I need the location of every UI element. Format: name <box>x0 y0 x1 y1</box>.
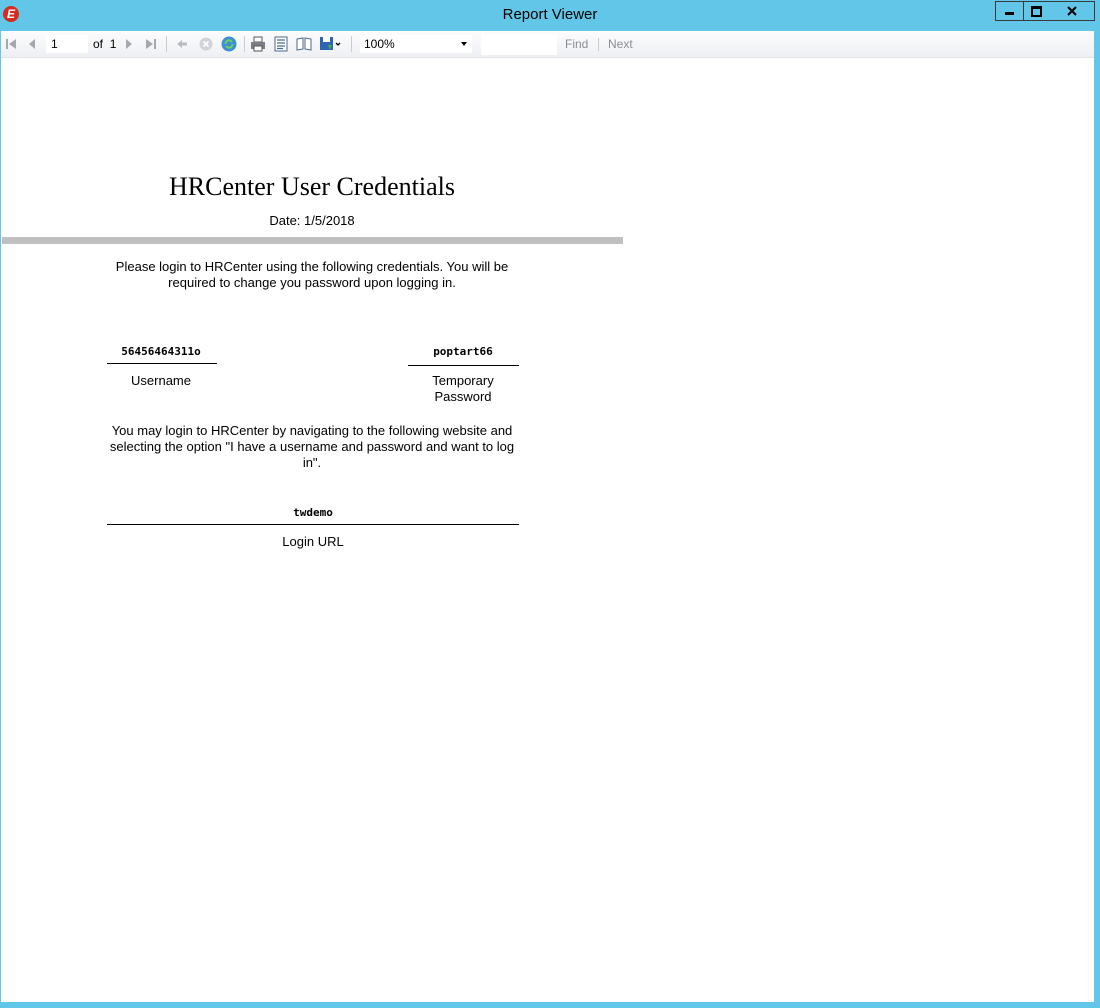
report-toolbar: 1 of 1 100% Find Next <box>1 31 1094 58</box>
username-value: 56456464311o <box>121 345 201 358</box>
previous-page-icon[interactable] <box>25 35 39 53</box>
page-of-label: of 1 <box>93 37 116 51</box>
find-next-button[interactable]: Next <box>608 37 633 51</box>
title-bar[interactable]: E Report Viewer <box>0 0 1100 31</box>
print-icon[interactable] <box>249 35 267 53</box>
minimize-button[interactable] <box>995 1 1023 21</box>
report-title: HRCenter User Credentials <box>169 172 455 201</box>
find-input[interactable] <box>481 34 557 55</box>
intro-text: Please login to HRCenter using the follo… <box>115 259 509 290</box>
minimize-icon <box>1005 11 1014 15</box>
navigate-instructions: You may login to HRCenter by navigating … <box>109 423 515 470</box>
password-underline <box>408 365 519 366</box>
login-url-underline <box>107 524 519 525</box>
stop-icon[interactable] <box>198 35 214 53</box>
page-total: 1 <box>109 37 117 51</box>
back-icon[interactable] <box>175 35 189 53</box>
toolbar-separator <box>598 38 599 51</box>
zoom-select[interactable]: 100% <box>360 35 472 53</box>
window-title: Report Viewer <box>502 6 598 23</box>
page-setup-icon[interactable] <box>295 35 313 53</box>
page-of-text: of <box>93 37 104 51</box>
username-label: Username <box>131 373 191 388</box>
login-url-value: twdemo <box>293 506 333 519</box>
zoom-value: 100% <box>364 37 395 51</box>
password-label-line2: Password <box>434 389 492 404</box>
toolbar-separator <box>351 36 352 52</box>
temporary-password-value: poptart66 <box>433 345 493 358</box>
login-url-label: Login URL <box>282 534 344 549</box>
refresh-icon[interactable] <box>220 35 238 53</box>
temporary-password-label: Temporary Password <box>408 373 518 405</box>
password-label-line1: Temporary <box>432 373 494 388</box>
header-divider <box>2 237 623 244</box>
toolbar-separator <box>166 36 167 52</box>
print-layout-icon[interactable] <box>272 35 290 53</box>
report-viewer-window: E Report Viewer 1 of 1 100% Find Next HR… <box>0 0 1100 1008</box>
find-button[interactable]: Find <box>565 37 588 51</box>
toolbar-separator <box>244 36 245 52</box>
maximize-button[interactable] <box>1023 1 1050 21</box>
last-page-icon[interactable] <box>144 35 158 53</box>
export-icon[interactable] <box>318 35 344 53</box>
first-page-icon[interactable] <box>4 35 18 53</box>
username-underline <box>107 363 217 364</box>
close-button[interactable] <box>1049 1 1095 21</box>
next-page-icon[interactable] <box>122 35 136 53</box>
maximize-icon <box>1031 5 1042 17</box>
close-icon <box>1066 6 1077 16</box>
report-date: Date: 1/5/2018 <box>269 213 355 228</box>
report-client-area: 1 of 1 100% Find Next HRCenter User Cred… <box>1 31 1094 1002</box>
current-page-input[interactable]: 1 <box>46 35 88 53</box>
chevron-down-icon <box>461 42 467 46</box>
